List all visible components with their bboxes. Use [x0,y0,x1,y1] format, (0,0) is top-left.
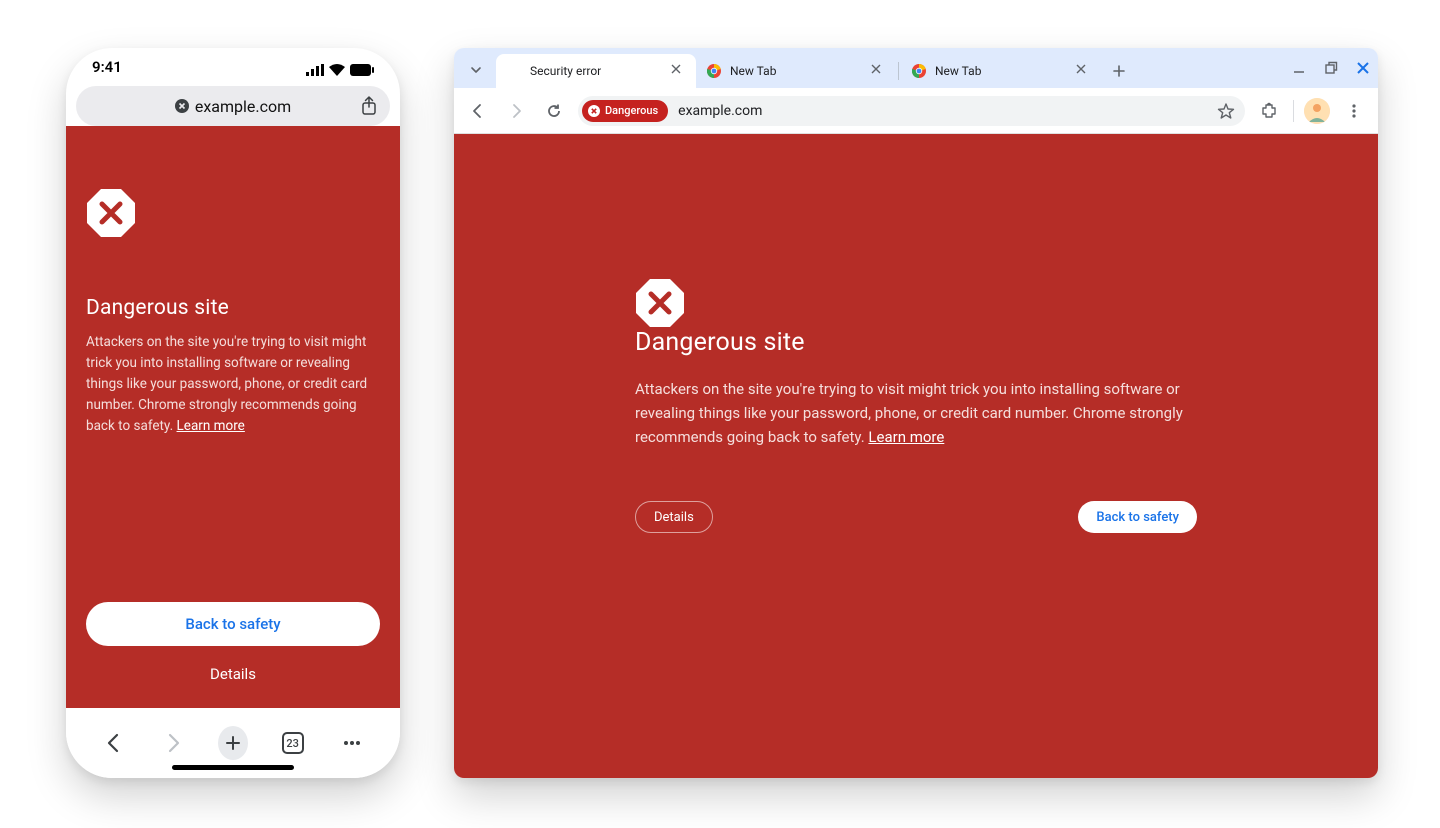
close-tab-button[interactable] [1075,63,1091,79]
maximize-button[interactable] [1324,61,1338,75]
mobile-back-to-safety-button[interactable]: Back to safety [86,602,380,646]
mobile-warning-title: Dangerous site [86,296,380,320]
not-secure-icon [175,99,189,113]
desktop-warning-body: Attackers on the site you're trying to v… [635,377,1197,449]
chrome-favicon [911,63,927,79]
close-tab-button[interactable] [870,63,886,79]
mobile-details-button[interactable]: Details [86,660,380,688]
status-time: 9:41 [92,58,122,76]
mobile-tab-switcher-button[interactable]: 23 [278,728,308,758]
desktop-warning-page: Dangerous site Attackers on the site you… [454,134,1378,778]
tab-search-button[interactable] [462,56,490,84]
home-indicator [172,765,294,770]
tab-title: New Tab [935,64,1067,78]
forward-button[interactable] [502,97,530,125]
mobile-address-bar[interactable]: example.com [76,86,390,126]
close-window-button[interactable] [1356,61,1370,75]
tab-title: Security error [530,64,662,78]
tab-title: New Tab [730,64,862,78]
cellular-signal-icon [306,64,324,76]
mobile-back-button[interactable] [99,728,129,758]
mobile-device-frame: 9:41 example.com [66,48,400,778]
mobile-new-tab-button[interactable] [218,728,248,758]
status-bar: 9:41 [66,48,400,76]
tab-new-tab-2[interactable]: New Tab [901,54,1101,88]
mobile-menu-button[interactable] [337,728,367,758]
mobile-warning-page: Dangerous site Attackers on the site you… [66,126,400,708]
browser-toolbar: Dangerous example.com [454,88,1378,134]
back-button[interactable] [464,97,492,125]
desktop-back-to-safety-button[interactable]: Back to safety [1078,501,1197,533]
tab-new-tab-1[interactable]: New Tab [696,54,896,88]
minimize-button[interactable] [1292,61,1306,75]
mobile-forward-button[interactable] [158,728,188,758]
tab-divider [898,62,899,80]
new-tab-button[interactable] [1105,57,1133,85]
danger-chip[interactable]: Dangerous [582,100,668,122]
menu-button[interactable] [1340,97,1368,125]
wifi-icon [329,64,345,76]
profile-avatar-button[interactable] [1304,98,1330,124]
share-icon[interactable] [358,95,380,117]
danger-chip-icon [588,105,600,117]
tab-strip: Security error New Tab New Tab [454,48,1378,88]
desktop-browser-frame: Security error New Tab New Tab [454,48,1378,778]
toolbar-divider [1293,100,1294,122]
tab-security-error[interactable]: Security error [496,54,696,88]
danger-stop-icon [86,188,136,238]
close-tab-button[interactable] [670,63,686,79]
danger-stop-icon [635,278,1197,328]
window-controls [1292,48,1370,88]
extensions-button[interactable] [1255,97,1283,125]
bookmark-button[interactable] [1217,102,1235,120]
desktop-warning-title: Dangerous site [635,328,1197,357]
address-bar[interactable]: Dangerous example.com [578,96,1245,126]
battery-icon [350,64,374,76]
desktop-details-button[interactable]: Details [635,501,713,533]
mobile-warning-body: Attackers on the site you're trying to v… [86,332,380,437]
mobile-url-text: example.com [195,97,291,116]
danger-chip-label: Dangerous [605,104,658,117]
reload-button[interactable] [540,97,568,125]
desktop-learn-more-link[interactable]: Learn more [868,428,944,446]
chrome-favicon [706,63,722,79]
mobile-learn-more-link[interactable]: Learn more [177,418,245,434]
omnibox-url-text: example.com [678,103,762,119]
